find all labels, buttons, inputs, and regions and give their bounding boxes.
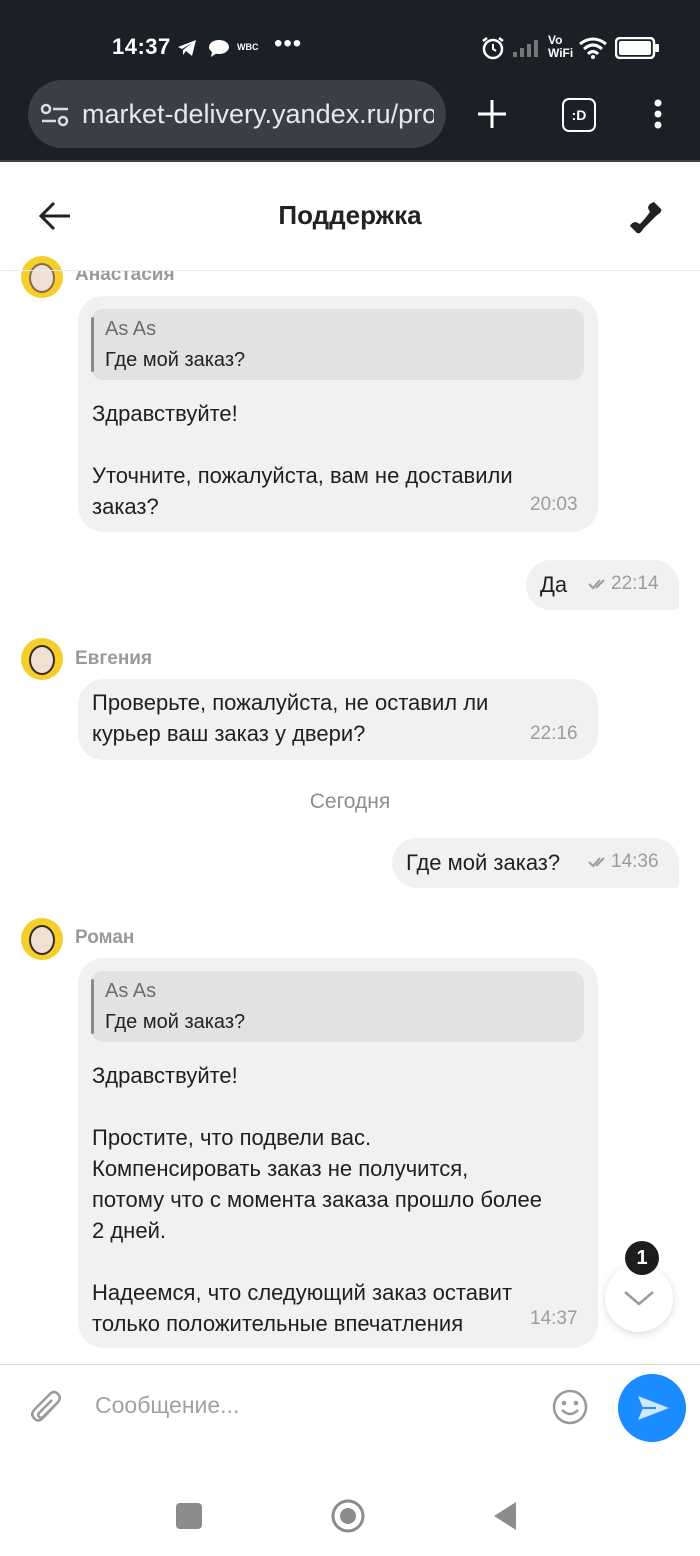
sender-name: Роман [75,927,135,948]
recents-button[interactable] [176,1503,202,1529]
url-text[interactable]: market-delivery.yandex.ru/pro [82,99,434,130]
message-time: 22:16 [530,723,578,744]
message-text: Проверьте, пожалуйста, не оставил ли кур… [92,690,489,746]
avatar-evgenia [21,638,63,680]
telegram-icon [178,40,196,56]
message-text: Да [540,572,568,597]
chevron-down-icon [624,1291,654,1306]
browser-menu-icon[interactable] [650,98,666,132]
emoji-icon[interactable] [552,1389,588,1425]
volte-label: Vo WiFi [548,33,574,60]
outgoing-bubble: Где мой заказ? 14:36 [392,838,679,888]
send-button[interactable] [618,1374,686,1442]
quote-author: As As [105,980,157,1002]
unread-badge: 1 [625,1241,659,1275]
quote-author: As As [105,318,157,340]
message-text: Здравствуйте! Простите, что подвели вас.… [92,1063,542,1336]
page-title: Поддержка [278,200,422,230]
message-text: Здравствуйте! Уточните, пожалуйста, вам … [92,401,513,519]
battery-icon [615,37,659,59]
outgoing-bubble: Да 22:14 [526,560,679,610]
read-checkmarks-icon [588,579,605,590]
message-time: 14:36 [611,851,659,872]
read-checkmarks-icon [588,857,605,868]
quote-text: Где мой заказ? [105,1011,246,1033]
quote-text: Где мой заказ? [105,349,246,371]
chat-notification-icon [209,40,229,57]
phone-icon[interactable] [628,200,664,234]
paperclip-icon[interactable] [30,1390,66,1428]
wifi-icon [579,37,607,59]
new-tab-icon[interactable] [476,98,508,130]
send-icon [638,1396,669,1420]
date-separator: Сегодня [309,790,391,813]
message-bubble: As As Где мой заказ? Здравствуйте! Уточн… [78,296,598,532]
header-shadow [0,270,700,271]
home-button[interactable] [330,1498,366,1534]
message-time: 14:37 [530,1308,578,1329]
sender-name: Евгения [75,648,153,669]
reply-quote[interactable]: As As Где мой заказ? [91,971,584,1042]
message-bubble: As As Где мой заказ? Здравствуйте! Прост… [78,958,598,1348]
more-notifications-icon: ••• [274,30,303,57]
message-text: Где мой заказ? [406,850,561,875]
message-time: 20:03 [530,494,578,515]
avatar-roman [21,918,63,960]
signal-icon [513,40,538,57]
alarm-icon [482,37,504,60]
avatar-anastasia [21,256,63,298]
status-time: 14:37 [112,34,171,59]
back-button[interactable] [492,1500,518,1532]
tabs-switcher-button[interactable]: :D [562,98,596,132]
site-settings-icon[interactable] [40,102,70,128]
message-input[interactable]: Сообщение... [95,1392,239,1419]
message-bubble: Проверьте, пожалуйста, не оставил ли кур… [78,679,598,760]
reply-quote[interactable]: As As Где мой заказ? [91,309,584,380]
carrier-label: WBC [237,42,259,52]
message-time: 22:14 [611,573,659,594]
